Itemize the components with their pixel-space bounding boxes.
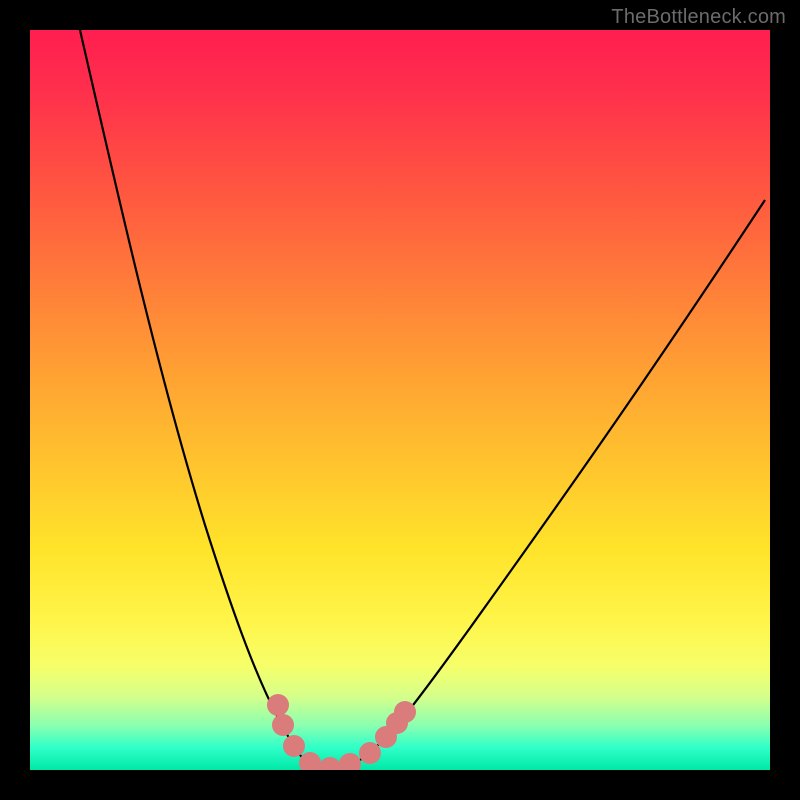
marker-dot: [394, 701, 416, 723]
curve-layer: [30, 30, 770, 770]
plot-area: [30, 30, 770, 770]
watermark-text: TheBottleneck.com: [611, 6, 786, 29]
marker-dot: [339, 753, 361, 770]
marker-dot: [267, 694, 289, 716]
bottleneck-curve: [80, 30, 765, 769]
marker-dot: [272, 714, 294, 736]
marker-dot: [299, 752, 321, 770]
marker-group: [267, 694, 416, 770]
marker-dot: [359, 742, 381, 764]
chart-frame: TheBottleneck.com: [0, 0, 800, 800]
marker-dot: [319, 757, 341, 770]
marker-dot: [283, 735, 305, 757]
